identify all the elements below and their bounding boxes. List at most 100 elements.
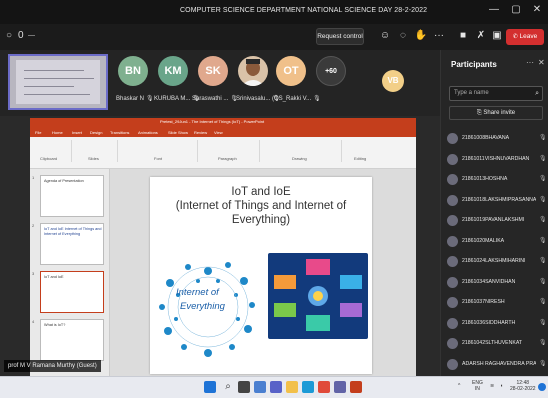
participant-name: 21861037NIRESH <box>462 299 505 305</box>
edge-icon[interactable] <box>302 381 314 393</box>
participant-row[interactable]: 21861019PAVANLAKSHMI 🎙 <box>447 212 547 230</box>
request-control-button[interactable]: Request control <box>316 28 364 45</box>
participant-row[interactable]: 21861042SLTHUVENKAT 🎙 <box>447 335 547 353</box>
volume-icon[interactable]: ◖ <box>500 383 503 389</box>
mic-off-icon: 🎙 <box>539 155 547 162</box>
widgets-icon[interactable] <box>254 381 266 393</box>
people-icon[interactable]: ☺ <box>378 30 392 42</box>
mic-off-icon: 🎙 <box>146 96 154 102</box>
ribbon-group-label: Paragraph <box>218 156 237 161</box>
language-indicator[interactable]: ENG IN <box>472 380 483 392</box>
slide-thumbnail[interactable]: Agenda of Presentation <box>40 175 104 217</box>
file-explorer-icon[interactable] <box>286 381 298 393</box>
close-window-button[interactable]: ✕ <box>529 4 545 15</box>
ppt-window-caption: Pretest_29Jun1 - The Internet of Things … <box>160 119 265 124</box>
ppt-tab[interactable]: Insert <box>72 130 82 135</box>
participant-name: 21861020MALIKA <box>462 237 505 244</box>
slide-title-line: (Internet of Things and Internet of <box>175 200 347 212</box>
participant-row[interactable]: 21861024LAKSHMIHARINI 🎙 <box>447 253 547 271</box>
maximize-button[interactable]: ▢ <box>508 4 524 15</box>
ribbon-group[interactable]: Paragraph <box>200 140 260 162</box>
avatar-photo[interactable] <box>238 56 268 86</box>
camera-off-icon[interactable]: ■ <box>456 30 470 42</box>
slide-thumbnail[interactable]: What is IoT? <box>40 319 104 361</box>
avatar <box>447 215 458 226</box>
thumbnail-text: Agenda of Presentation <box>44 179 84 183</box>
mic-off-icon[interactable]: ✗ <box>474 30 488 42</box>
participant-row[interactable]: 21861034SANVIDHAN 🎙 <box>447 274 547 292</box>
powerpoint-icon[interactable] <box>350 381 362 393</box>
ribbon-group[interactable]: Editing <box>344 140 384 162</box>
ribbon-group[interactable]: Clipboard <box>32 140 72 162</box>
participant-row[interactable]: 21861037NIRESH 🎙 <box>447 294 547 312</box>
preview-line <box>24 86 74 87</box>
participant-row[interactable]: 21861011VISHNUVARDHAN 🎙 <box>447 151 547 169</box>
avatar <box>447 133 458 144</box>
share-invite-button[interactable]: ⎘ Share invite <box>449 106 543 120</box>
avatar <box>447 256 458 267</box>
notification-icon[interactable] <box>538 383 546 391</box>
avatar[interactable]: VB <box>382 70 404 92</box>
avatar[interactable]: OT <box>276 56 306 86</box>
mic-off-icon: 🎙 <box>539 319 547 326</box>
teams-chat-icon[interactable] <box>270 381 282 393</box>
raise-hand-icon[interactable]: ✋ <box>414 30 428 42</box>
more-options-icon[interactable]: ··· <box>432 30 446 42</box>
ppt-tab[interactable]: Transitions <box>110 130 129 135</box>
avatar[interactable]: KM <box>158 56 188 86</box>
graphic-text: Internet of <box>176 287 219 298</box>
ppt-tab[interactable]: View <box>214 130 223 135</box>
teams-icon[interactable] <box>334 381 346 393</box>
ppt-tab[interactable]: Design <box>90 130 102 135</box>
self-video-tile[interactable] <box>8 54 108 110</box>
share-screen-icon[interactable]: ▣ <box>490 30 504 42</box>
tray-chevron-icon[interactable]: ^ <box>458 383 460 389</box>
participant-row[interactable]: 21861018LAKSHMIPRASANNA 🎙 <box>447 192 547 210</box>
clock[interactable]: 12:48 28-02-2022 <box>510 380 536 392</box>
close-icon[interactable]: ✕ <box>538 58 545 67</box>
wifi-icon[interactable]: ≋ <box>490 383 494 389</box>
current-slide[interactable]: IoT and IoE (Internet of Things and Inte… <box>150 177 372 374</box>
ribbon-group-label: Editing <box>354 156 367 161</box>
participant-row[interactable]: ADARSH RAGHAVENDRA PRASAD🎙 <box>447 356 547 374</box>
search-icon[interactable]: ⌕ <box>222 381 234 393</box>
participant-row[interactable]: 21861020MALIKA 🎙 <box>447 233 547 251</box>
mic-off-icon: 🎙 <box>539 340 547 346</box>
mic-off-icon: 🎙 <box>539 135 547 141</box>
participant-name: 21861018LAKSHMIPRASANNA <box>462 196 536 203</box>
ppt-tab[interactable]: File <box>35 130 41 135</box>
preview-line <box>24 94 90 95</box>
ppt-tab[interactable]: Home <box>52 130 63 135</box>
minimize-button[interactable]: — <box>486 4 502 15</box>
ribbon-group[interactable]: Font <box>120 140 198 162</box>
internet-of-everything-graphic: Internet of Everything <box>154 251 262 361</box>
leave-button[interactable]: ✆ Leave <box>506 29 544 45</box>
more-participants-count[interactable]: +60 <box>316 56 346 86</box>
ppt-tab[interactable]: Animations <box>138 130 158 135</box>
search-placeholder: Type a name <box>454 90 489 96</box>
chat-icon[interactable]: ◌ <box>396 30 410 42</box>
slide-thumbnail[interactable]: IoT and IoE Internet of Things and Inter… <box>40 223 104 265</box>
avatar[interactable]: SK <box>198 56 228 86</box>
ppt-tab[interactable]: Slide Show <box>168 130 188 135</box>
slide-thumbnail-selected[interactable]: IoT and IoE <box>40 271 104 313</box>
participant-name: 21861011VISHNUVARDHAN <box>462 155 530 162</box>
ppt-tab[interactable]: Review <box>194 130 207 135</box>
participant-row[interactable]: 21861013HOSHNA 🎙 <box>447 171 547 189</box>
store-icon[interactable] <box>318 381 330 393</box>
participant-row[interactable]: 21861008BHAVANA 🎙 <box>447 130 547 148</box>
more-options-icon[interactable]: ··· <box>526 58 534 67</box>
participant-row[interactable]: 21861036SIDDHARTH 🎙 <box>447 315 547 333</box>
participant-search-input[interactable]: Type a name ⌕ <box>449 86 543 101</box>
ribbon-group[interactable]: Drawing <box>262 140 342 162</box>
video-strip: BN Bhaskar N 🎙 KM KURUBA M... 🎙 SK Saraswa… <box>0 50 440 116</box>
task-view-icon[interactable] <box>238 381 250 393</box>
search-icon[interactable]: ⌕ <box>535 87 539 100</box>
tile-name-text: KURUBA M... <box>154 96 191 102</box>
avatar[interactable]: BN <box>118 56 148 86</box>
record-indicator-icon: ○ <box>6 30 13 41</box>
ribbon-group-label: Slides <box>88 156 99 161</box>
windows-start-icon[interactable] <box>204 381 216 393</box>
ribbon-group[interactable]: Slides <box>74 140 118 162</box>
avatar <box>447 194 458 206</box>
